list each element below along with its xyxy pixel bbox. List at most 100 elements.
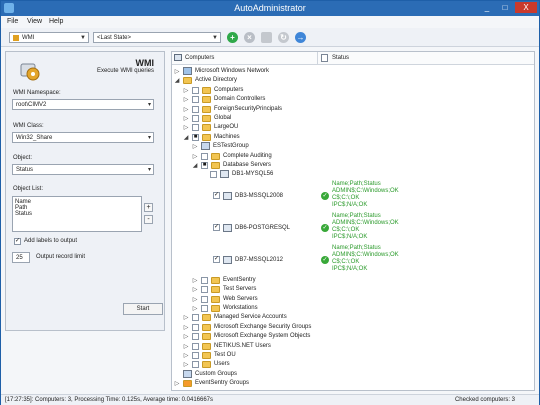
tree-checkbox[interactable] (192, 361, 199, 369)
tree-checkbox[interactable]: ■ (192, 133, 199, 141)
plug-icon[interactable] (261, 32, 272, 43)
tree-row[interactable]: ▷ ESTestGroup (172, 142, 534, 151)
close-button[interactable]: X (515, 2, 537, 13)
class-select[interactable]: Win32_Share ▾ (12, 132, 154, 143)
tree-checkbox[interactable] (192, 115, 199, 122)
tree-row[interactable]: ◢ Active Directory (172, 76, 534, 85)
expand-icon[interactable]: ◢ (192, 162, 198, 169)
start-button[interactable]: Start (123, 303, 163, 315)
tree-row[interactable]: ▷ Users (172, 360, 534, 369)
tree-row[interactable]: ▷ Test Servers (172, 285, 534, 294)
tree-row[interactable]: ◢ ■ Database Servers (172, 161, 534, 170)
object-list[interactable]: Name Path Status (12, 196, 142, 232)
limit-input[interactable]: 25 (12, 252, 30, 263)
maximize-button[interactable]: □ (497, 2, 513, 13)
tree-checkbox[interactable] (201, 305, 208, 312)
state-select[interactable]: <Last State> ▼ (93, 32, 221, 43)
tree-row[interactable]: ▷ ForeignSecurityPrincipals (172, 105, 534, 114)
tree-row[interactable]: DB1-MYSQL56 (172, 170, 534, 179)
tree-row[interactable]: ▷ Microsoft Exchange Security Groups (172, 323, 534, 332)
tree-checkbox[interactable] (201, 295, 208, 303)
tree-checkbox[interactable] (192, 323, 199, 331)
expand-icon[interactable]: ▷ (192, 143, 198, 150)
menu-file[interactable]: File (7, 18, 18, 25)
tree-row[interactable]: ◢ ■ Machines (172, 133, 534, 142)
expand-icon[interactable]: ▷ (183, 106, 189, 113)
tree-row[interactable]: ▷ NETIKUS.NET Users (172, 342, 534, 351)
wmi-gear-icon (20, 63, 40, 81)
tree-checkbox[interactable] (192, 124, 199, 132)
expand-icon[interactable]: ◢ (183, 134, 189, 141)
tree-row[interactable]: ▷ Computers (172, 86, 534, 95)
tree-row[interactable]: ▷ EventSentry Groups (172, 379, 534, 388)
tree-row[interactable]: ▷ EventSentry (172, 276, 534, 285)
remove-icon[interactable]: × (244, 32, 255, 43)
expand-icon[interactable]: ▷ (183, 352, 189, 359)
tree-checkbox[interactable] (192, 86, 199, 94)
tree-checkbox[interactable] (192, 333, 199, 341)
expand-icon[interactable]: ▷ (183, 115, 189, 122)
list-item[interactable]: Status (15, 211, 139, 217)
expand-icon[interactable]: ◢ (174, 77, 180, 84)
menu-help[interactable]: Help (49, 18, 63, 25)
tree-row[interactable]: ▷ Complete Auditing (172, 152, 534, 161)
tree-checkbox[interactable] (192, 96, 199, 104)
col-computers[interactable]: Computers (185, 55, 214, 61)
tree-row[interactable]: ▷ Managed Service Accounts (172, 313, 534, 322)
tree-label: EventSentry (223, 276, 256, 283)
tree-checkbox[interactable] (192, 314, 199, 322)
tree-row[interactable]: ▷ Microsoft Exchange System Objects (172, 332, 534, 341)
tree-checkbox[interactable]: ■ (201, 162, 208, 169)
server-row[interactable]: ✓ DB6-POSTGRESQL ✓ Name;Path;Status ADMIN$;C… (172, 212, 534, 244)
module-select[interactable]: WMI ▼ (9, 32, 89, 43)
tree-checkbox[interactable] (201, 276, 208, 284)
add-labels-checkbox[interactable]: ✓ (14, 238, 21, 245)
remove-object-button[interactable]: - (144, 215, 153, 224)
server-row[interactable]: ✓ DB3-MSSQL2008 ✓ Name;Path;Status ADMIN$;C:… (172, 180, 534, 212)
tree-checkbox[interactable] (192, 342, 199, 350)
add-object-button[interactable]: + (144, 203, 153, 212)
minimize-button[interactable]: _ (479, 2, 495, 13)
server-checkbox[interactable]: ✓ (213, 255, 220, 263)
forward-icon[interactable]: → (295, 32, 306, 43)
expand-icon[interactable]: ▷ (183, 333, 189, 340)
expand-icon[interactable]: ▷ (183, 324, 189, 331)
expand-icon[interactable]: ▷ (192, 296, 198, 303)
expand-icon[interactable]: ▷ (183, 124, 189, 131)
expand-icon[interactable]: ▷ (183, 87, 189, 94)
expand-icon[interactable]: ▷ (183, 361, 189, 368)
refresh-icon[interactable]: ↻ (278, 32, 289, 43)
server-row[interactable]: ✓ DB7-MSSQL2012 ✓ Name;Path;Status ADMIN$;C:… (172, 244, 534, 276)
expand-icon[interactable]: ▷ (192, 305, 198, 312)
column-divider[interactable] (317, 52, 318, 65)
tree-checkbox[interactable] (201, 152, 208, 160)
tree-row[interactable]: ▷ Global (172, 114, 534, 123)
tree-row[interactable]: ▷ Web Servers (172, 295, 534, 304)
tree-row[interactable]: ▷ Microsoft Windows Network (172, 67, 534, 76)
status-line: C$;C:\;OK (332, 226, 360, 233)
tree-checkbox[interactable] (210, 171, 217, 179)
expand-icon[interactable]: ▷ (192, 286, 198, 293)
expand-icon[interactable]: ▷ (174, 68, 180, 75)
expand-icon[interactable]: ▷ (183, 343, 189, 350)
col-status[interactable]: Status (332, 55, 349, 61)
tree-checkbox[interactable] (201, 286, 208, 294)
tree-row[interactable]: ▷ LargeOU (172, 123, 534, 132)
expand-icon[interactable]: ▷ (183, 96, 189, 103)
tree-checkbox[interactable] (192, 105, 199, 113)
tree-row[interactable]: ▷ Domain Controllers (172, 95, 534, 104)
tree-row[interactable]: ▷ Test OU (172, 351, 534, 360)
expand-icon[interactable]: ▷ (174, 380, 180, 387)
tree-row[interactable]: Custom Groups (172, 369, 534, 379)
tree-checkbox[interactable] (192, 352, 199, 359)
expand-icon[interactable]: ▷ (192, 153, 198, 160)
namespace-select[interactable]: root\CIMV2 ▾ (12, 99, 154, 110)
menu-view[interactable]: View (27, 18, 42, 25)
object-select[interactable]: Status ▾ (12, 164, 154, 175)
add-icon[interactable]: + (227, 32, 238, 43)
expand-icon[interactable]: ▷ (183, 314, 189, 321)
server-checkbox[interactable]: ✓ (213, 223, 220, 231)
tree-row[interactable]: ▷ Workstations (172, 304, 534, 313)
server-checkbox[interactable]: ✓ (213, 191, 220, 199)
expand-icon[interactable]: ▷ (192, 277, 198, 284)
